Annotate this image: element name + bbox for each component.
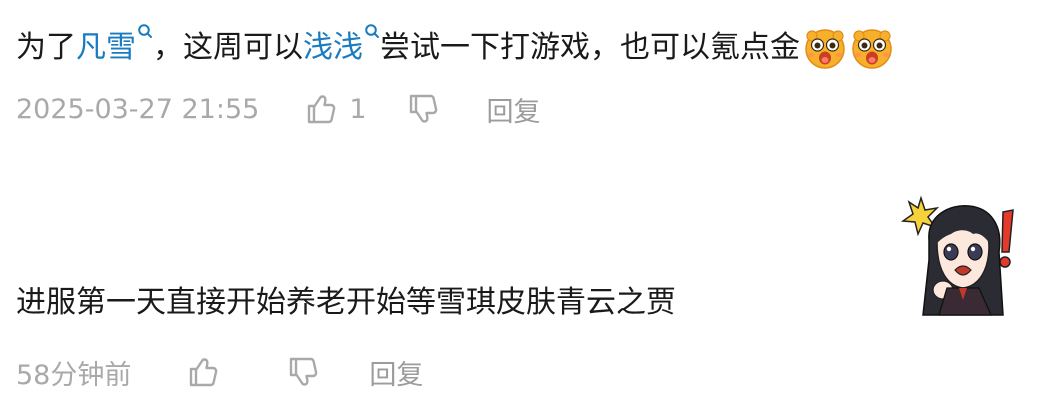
thumbs-up-icon bbox=[190, 358, 218, 387]
search-icon bbox=[365, 24, 379, 38]
dislike-button[interactable] bbox=[285, 355, 319, 389]
comment-item: 进服第一天直接开始养老开始等雪琪皮肤青云之贾 58分钟前 回复 bbox=[0, 190, 1061, 419]
dislike-button[interactable] bbox=[405, 92, 439, 126]
thumbs-down-icon bbox=[290, 357, 318, 386]
like-count: 1 bbox=[349, 93, 367, 125]
topic-link-label: 凡雪 bbox=[76, 30, 136, 65]
comment-text: 为了 凡雪 ，这周可以 浅浅 尝试一下打游戏，也可以氪点金 bbox=[16, 24, 894, 70]
topic-link-label: 浅浅 bbox=[303, 30, 363, 65]
like-button[interactable] bbox=[185, 355, 219, 389]
comment-meta: 58分钟前 回复 bbox=[16, 352, 423, 392]
comment-meta: 2025-03-27 21:55 1 回复 bbox=[16, 89, 541, 129]
comment-text-segment: 为了 bbox=[16, 30, 76, 65]
search-icon bbox=[138, 24, 152, 38]
comment-timestamp: 2025-03-27 21:55 bbox=[16, 93, 260, 125]
thumbs-down-icon bbox=[409, 94, 437, 123]
thumbs-up-icon bbox=[308, 95, 336, 124]
comment-text: 进服第一天直接开始养老开始等雪琪皮肤青云之贾 bbox=[16, 285, 676, 320]
reply-button[interactable]: 回复 bbox=[369, 353, 423, 392]
shocked-face-emoji-icon bbox=[852, 29, 892, 69]
comment-timestamp: 58分钟前 bbox=[16, 359, 132, 391]
reply-button[interactable]: 回复 bbox=[487, 90, 541, 129]
chibi-girl-sticker-icon bbox=[900, 195, 1014, 316]
topic-link-fanxue[interactable]: 凡雪 bbox=[76, 24, 153, 68]
comment-text-segment: ，这周可以 bbox=[153, 30, 303, 65]
comment-item: 为了 凡雪 ，这周可以 浅浅 尝试一下打游戏，也可以氪点金 2025-03-27… bbox=[0, 0, 1061, 150]
like-button[interactable]: 1 bbox=[303, 92, 367, 126]
comment-text-segment: 尝试一下打游戏，也可以氪点金 bbox=[380, 30, 800, 65]
shocked-face-emoji-icon bbox=[805, 29, 845, 69]
topic-link-qianqian[interactable]: 浅浅 bbox=[303, 24, 380, 68]
